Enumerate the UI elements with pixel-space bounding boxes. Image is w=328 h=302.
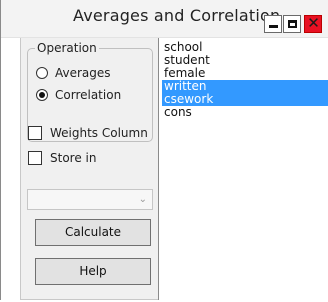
window-title: Averages and Correlation	[73, 6, 281, 25]
options-panel: Operation Averages Correlation Weights C…	[20, 38, 158, 300]
weights-column-label: Weights Column	[50, 126, 148, 140]
maximize-button[interactable]	[283, 15, 301, 33]
list-item[interactable]: cons	[162, 106, 328, 119]
close-icon: ✕	[307, 14, 320, 32]
correlation-radio-label: Correlation	[55, 88, 122, 102]
averages-correlation-window: Averages and Correlation ✕ Operation Ave…	[0, 0, 328, 300]
variables-listbox[interactable]: school student female written csework co…	[158, 38, 328, 300]
store-in-checkbox[interactable]: Store in	[28, 151, 96, 165]
title-bar[interactable]: Averages and Correlation ✕	[1, 0, 328, 38]
operation-group-label: Operation	[35, 41, 99, 55]
averages-radio-label: Averages	[55, 66, 111, 80]
correlation-radio-icon[interactable]	[36, 89, 48, 101]
maximize-icon	[288, 20, 297, 28]
help-button[interactable]: Help	[35, 258, 151, 285]
chevron-down-icon[interactable]: ⌄	[139, 194, 147, 205]
weights-column-checkbox[interactable]: Weights Column	[28, 126, 148, 140]
store-in-checkbox-box[interactable]	[28, 151, 42, 165]
minimize-button[interactable]	[264, 15, 282, 33]
averages-radio-icon[interactable]	[36, 67, 48, 79]
correlation-radio[interactable]: Correlation	[36, 88, 121, 102]
averages-radio[interactable]: Averages	[36, 66, 111, 80]
store-in-combobox[interactable]: ⌄	[27, 189, 153, 210]
close-button[interactable]: ✕	[304, 14, 322, 33]
calculate-button[interactable]: Calculate	[35, 219, 151, 246]
weights-column-checkbox-box[interactable]	[28, 126, 42, 140]
store-in-label: Store in	[50, 151, 97, 165]
minimize-icon	[269, 25, 278, 28]
